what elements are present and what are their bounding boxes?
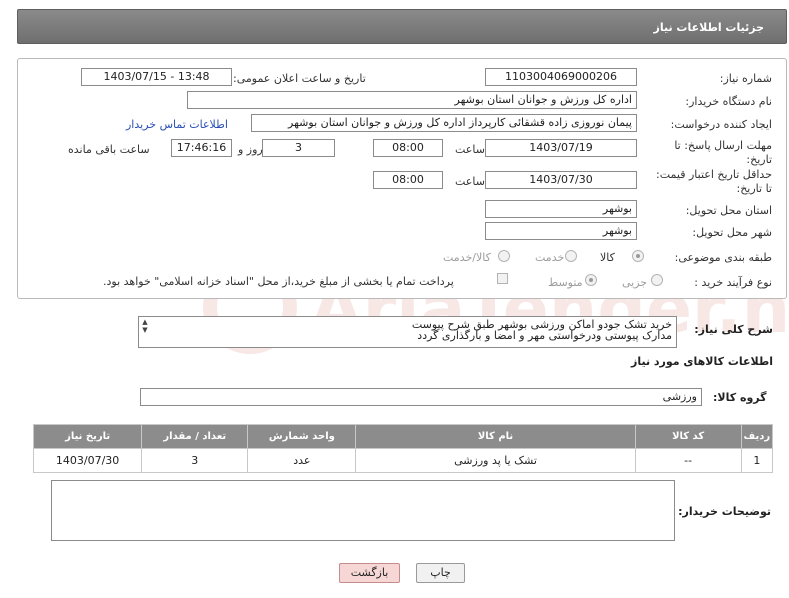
page-title: جزئیات اطلاعات نیاز: [653, 21, 765, 34]
goods-section-title: اطلاعات کالاهای مورد نیاز: [631, 355, 773, 368]
creator-field: پیمان نوروزی زاده قشقائی کارپرداز اداره …: [251, 114, 637, 132]
back-button[interactable]: بازگشت: [339, 563, 400, 583]
description-line-2: مدارک پیوستی ودرخواستی مهر و امضا و بارگ…: [417, 329, 672, 342]
category-goods-radio[interactable]: [632, 250, 644, 262]
delivery-province-label: استان محل تحویل:: [685, 204, 772, 217]
page-header: جزئیات اطلاعات نیاز: [17, 9, 787, 44]
cell-date: 1403/07/30: [32, 448, 143, 473]
deadline-date-field: 1403/07/19: [485, 139, 637, 157]
buyer-name-field: اداره کل ورزش و جوانان استان بوشهر: [187, 91, 637, 109]
print-button[interactable]: چاپ: [416, 563, 465, 583]
goods-group-field: ورزشی: [140, 388, 702, 406]
goods-table: ردیف کد کالا نام کالا واحد شمارش تعداد /…: [32, 424, 774, 473]
col-qty: تعداد / مقدار: [141, 424, 249, 449]
announce-date-field: 1403/07/15 - 13:48: [81, 68, 232, 86]
table-row: 1 -- تشک یا پد ورزشی عدد 3 1403/07/30: [32, 448, 774, 473]
category-goods-label: کالا: [600, 251, 615, 264]
treasury-payment-note: پرداخت تمام یا بخشی از مبلغ خرید،از محل …: [103, 275, 454, 288]
buyer-notes-label: توضیحات خریدار:: [678, 505, 771, 518]
process-medium-radio[interactable]: [585, 274, 597, 286]
delivery-city-field: بوشهر: [485, 222, 637, 240]
category-goods-service-label: کالا/خدمت: [443, 251, 491, 264]
need-number-label: شماره نیاز:: [719, 72, 772, 85]
category-service-radio[interactable]: [565, 250, 577, 262]
cell-name: تشک یا پد ورزشی: [355, 448, 636, 473]
goods-group-label: گروه کالا:: [713, 391, 767, 404]
delivery-city-label: شهر محل تحویل:: [692, 226, 772, 239]
price-validity-time-label: ساعت: [455, 175, 485, 188]
deadline-time-label: ساعت: [455, 143, 485, 156]
goods-table-header: ردیف کد کالا نام کالا واحد شمارش تعداد /…: [32, 424, 774, 449]
col-date: تاریخ نیاز: [32, 424, 143, 449]
category-service-label: خدمت: [535, 251, 565, 264]
days-remaining-field: 3: [262, 139, 335, 157]
buyer-contact-link[interactable]: اطلاعات تماس خریدار: [126, 118, 228, 131]
textarea-scroll-arrows[interactable]: ▲ ▼: [140, 318, 150, 334]
process-medium-label: متوسط: [548, 276, 583, 289]
price-validity-time-field: 08:00: [373, 171, 443, 189]
days-label: روز و: [238, 143, 263, 156]
purchase-process-label: نوع فرآیند خرید :: [694, 276, 772, 289]
remaining-time-label: ساعت باقی مانده: [68, 143, 150, 156]
delivery-province-field: بوشهر: [485, 200, 637, 218]
category-goods-service-radio[interactable]: [498, 250, 510, 262]
cell-unit: عدد: [247, 448, 357, 473]
price-validity-label: حداقل تاریخ اعتبار قیمت: تا تاریخ:: [656, 168, 772, 195]
buyer-notes-textarea: [51, 480, 675, 541]
deadline-time-field: 08:00: [373, 139, 443, 157]
announce-date-label: تاریخ و ساعت اعلان عمومی:: [233, 72, 366, 85]
description-label: شرح کلی نیاز:: [694, 323, 773, 336]
remaining-time-field: 17:46:16: [171, 139, 232, 157]
treasury-payment-checkbox[interactable]: [497, 273, 508, 284]
creator-label: ایجاد کننده درخواست:: [670, 118, 772, 131]
subject-category-label: طبقه بندی موضوعی:: [674, 251, 772, 264]
price-validity-date-field: 1403/07/30: [485, 171, 637, 189]
col-code: کد کالا: [634, 424, 742, 449]
cell-row: 1: [740, 448, 774, 473]
need-info-panel: شماره نیاز: 1103004069000206 تاریخ و ساع…: [17, 58, 787, 299]
description-textarea: ▲ ▼ خرید تشک جودو اماکن ورزشی بوشهر طبق ش…: [138, 316, 677, 348]
process-minor-label: جزیی: [622, 276, 648, 289]
cell-code: --: [634, 448, 742, 473]
cell-qty: 3: [141, 448, 249, 473]
process-minor-radio[interactable]: [651, 274, 663, 286]
col-row: ردیف: [740, 424, 774, 449]
deadline-label: مهلت ارسال پاسخ: تا تاریخ:: [674, 139, 772, 166]
col-unit: واحد شمارش: [247, 424, 357, 449]
col-name: نام کالا: [355, 424, 636, 449]
need-number-field: 1103004069000206: [485, 68, 637, 86]
buyer-name-label: نام دستگاه خریدار:: [685, 95, 772, 108]
